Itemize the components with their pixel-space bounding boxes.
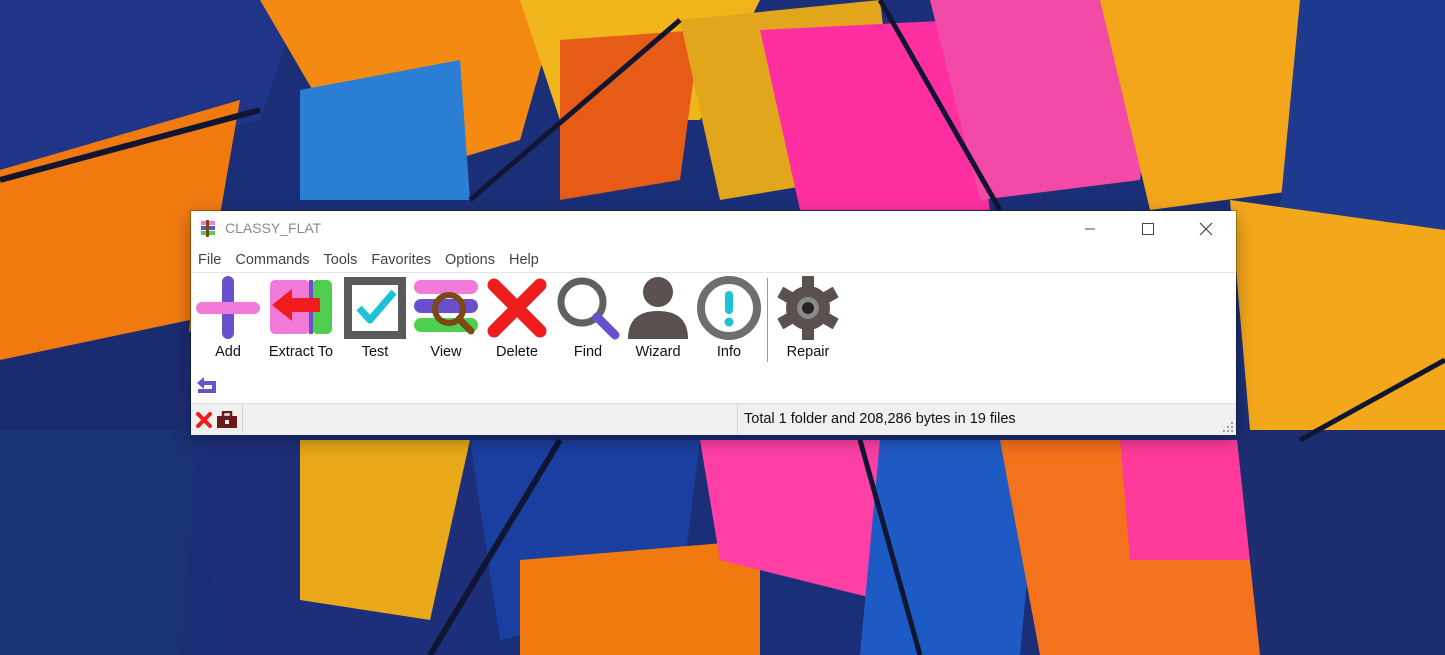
menu-commands[interactable]: Commands: [228, 248, 316, 272]
resize-grip-icon[interactable]: [1222, 421, 1234, 433]
test-button[interactable]: Test: [340, 275, 410, 365]
add-button[interactable]: Add: [193, 275, 263, 365]
info-exclamation-icon: [697, 276, 761, 340]
wizard-button[interactable]: Wizard: [623, 275, 693, 365]
wizard-user-icon: [628, 277, 688, 339]
app-window: CLASSY_FLAT File Commands Tools Favorite…: [191, 211, 1236, 435]
up-folder-icon[interactable]: [196, 375, 218, 395]
minimize-icon: [1085, 228, 1095, 230]
status-selection-panel: [243, 404, 738, 434]
repair-label: Repair: [786, 344, 830, 360]
menu-options[interactable]: Options: [438, 248, 502, 272]
status-summary: Total 1 folder and 208,286 bytes in 19 f…: [744, 411, 1016, 427]
maximize-button[interactable]: [1119, 211, 1177, 247]
title-bar[interactable]: CLASSY_FLAT: [191, 211, 1236, 247]
wizard-label: Wizard: [635, 344, 681, 360]
delete-button[interactable]: Delete: [482, 275, 552, 365]
toolbar: Add Extract To Test View Delete Find Wiz…: [191, 275, 1236, 367]
repair-gear-icon: [777, 276, 839, 340]
delete-x-icon: [487, 278, 547, 338]
menu-favorites[interactable]: Favorites: [364, 248, 438, 272]
test-checkbox-icon: [344, 277, 406, 339]
view-button[interactable]: View: [411, 275, 481, 365]
find-button[interactable]: Find: [553, 275, 623, 365]
delete-label: Delete: [496, 344, 538, 360]
window-title: CLASSY_FLAT: [225, 220, 322, 236]
view-label: View: [430, 344, 462, 360]
menu-bar: File Commands Tools Favorites Options He…: [191, 248, 1236, 272]
menu-file[interactable]: File: [191, 248, 228, 272]
info-button[interactable]: Info: [694, 275, 764, 365]
test-label: Test: [361, 344, 389, 360]
view-icon: [414, 280, 478, 335]
extract-icon: [270, 280, 332, 334]
info-label: Info: [716, 344, 742, 360]
briefcase-icon: [217, 411, 237, 428]
find-label: Find: [573, 344, 603, 360]
close-icon: [1199, 222, 1213, 236]
add-label: Add: [215, 344, 241, 360]
status-icons: [191, 404, 243, 434]
menu-separator: [191, 272, 1236, 273]
toolbar-divider: [767, 278, 768, 362]
menu-tools[interactable]: Tools: [317, 248, 365, 272]
status-bar: Total 1 folder and 208,286 bytes in 19 f…: [191, 403, 1236, 435]
minimize-button[interactable]: [1061, 211, 1119, 247]
close-button[interactable]: [1177, 211, 1235, 247]
extract-to-button[interactable]: Extract To: [266, 275, 336, 365]
find-magnifier-icon: [557, 277, 620, 340]
add-icon: [196, 276, 260, 339]
navigation-row: [191, 371, 1236, 399]
status-delete-icon: [196, 412, 212, 428]
archive-app-icon: [201, 220, 215, 237]
repair-button[interactable]: Repair: [773, 275, 843, 365]
extract-to-label: Extract To: [268, 344, 334, 360]
maximize-icon: [1142, 223, 1154, 235]
menu-help[interactable]: Help: [502, 248, 546, 272]
